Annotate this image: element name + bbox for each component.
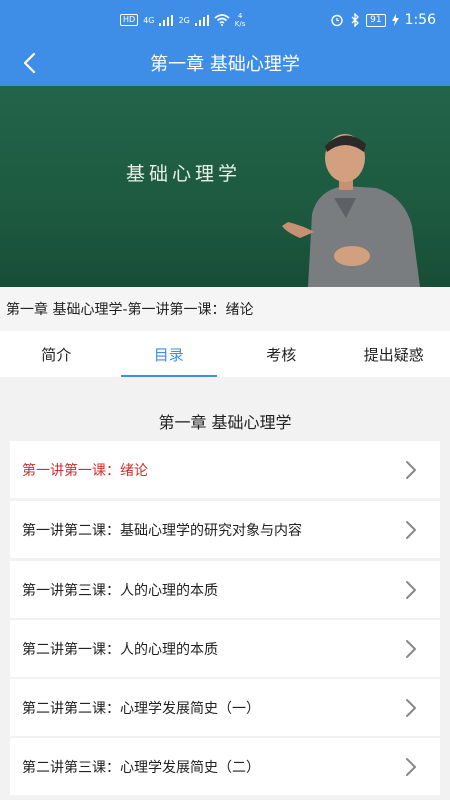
chapter-section: 第一章 基础心理学 第一讲第一课：绪论 第一讲第二课：基础心理学的研究对象与内容… bbox=[0, 401, 450, 800]
tab-intro[interactable]: 简介 bbox=[0, 331, 113, 377]
tab-ask-question[interactable]: 提出疑惑 bbox=[338, 331, 450, 377]
lesson-label: 第一讲第三课：人的心理的本质 bbox=[22, 582, 218, 599]
hd-badge: HD bbox=[120, 14, 139, 26]
chevron-right-icon bbox=[406, 640, 416, 658]
status-bar: HD 4G 2G 4 K/s 91 1:56 bbox=[0, 0, 450, 40]
wifi-icon bbox=[214, 14, 230, 26]
back-button[interactable] bbox=[14, 48, 44, 78]
lesson-item[interactable]: 第一讲第三课：人的心理的本质 bbox=[10, 561, 440, 618]
battery-icon: 91 bbox=[366, 13, 386, 27]
lecturer-figure bbox=[282, 134, 420, 287]
page-title: 第一章 基础心理学 bbox=[150, 54, 300, 75]
lesson-item[interactable]: 第一讲第一课：绪论 bbox=[10, 441, 440, 498]
lesson-label: 第二讲第三课：心理学发展简史（二） bbox=[22, 759, 260, 776]
status-signal-group: HD 4G 2G 4 K/s bbox=[120, 12, 245, 28]
lesson-label: 第一讲第一课：绪论 bbox=[22, 462, 148, 479]
signal-icon-2 bbox=[194, 14, 209, 26]
lesson-item[interactable]: 第一讲第二课：基础心理学的研究对象与内容 bbox=[10, 501, 440, 558]
clock: 1:56 bbox=[404, 12, 436, 28]
video-title: 第一章 基础心理学-第一讲第一课：绪论 bbox=[0, 287, 450, 331]
tab-bar: 简介 目录 考核 提出疑惑 bbox=[0, 331, 450, 377]
chevron-right-icon bbox=[406, 521, 416, 539]
charging-icon bbox=[391, 14, 399, 26]
sim1-signal-icon: 4G bbox=[143, 15, 155, 25]
lesson-item[interactable]: 第二讲第二课：心理学发展简史（一） bbox=[10, 679, 440, 736]
lesson-label: 第二讲第一课：人的心理的本质 bbox=[22, 641, 218, 658]
divider bbox=[0, 377, 450, 401]
chevron-right-icon bbox=[406, 581, 416, 599]
sim2-signal-icon: 2G bbox=[178, 15, 190, 25]
chevron-right-icon bbox=[406, 758, 416, 776]
signal-icon bbox=[159, 14, 174, 26]
chapter-title: 第一章 基础心理学 bbox=[158, 413, 292, 432]
bluetooth-icon bbox=[351, 13, 360, 27]
lesson-item[interactable]: 第二讲第三课：心理学发展简史（二） bbox=[10, 738, 440, 795]
chevron-right-icon bbox=[406, 461, 416, 479]
network-speed: 4 K/s bbox=[234, 12, 246, 28]
lesson-label: 第二讲第二课：心理学发展简史（一） bbox=[22, 700, 260, 717]
tab-assessment[interactable]: 考核 bbox=[225, 331, 338, 377]
tab-catalog[interactable]: 目录 bbox=[113, 331, 226, 377]
status-right-group: 91 1:56 bbox=[330, 12, 436, 28]
alarm-icon bbox=[331, 14, 343, 27]
nav-bar: 第一章 基础心理学 bbox=[0, 40, 450, 86]
lesson-item[interactable]: 第二讲第一课：人的心理的本质 bbox=[10, 620, 440, 677]
lesson-label: 第一讲第二课：基础心理学的研究对象与内容 bbox=[22, 522, 302, 539]
video-player[interactable]: 基础心理学 bbox=[0, 86, 450, 287]
chevron-right-icon bbox=[406, 699, 416, 717]
chevron-left-icon bbox=[23, 52, 36, 74]
